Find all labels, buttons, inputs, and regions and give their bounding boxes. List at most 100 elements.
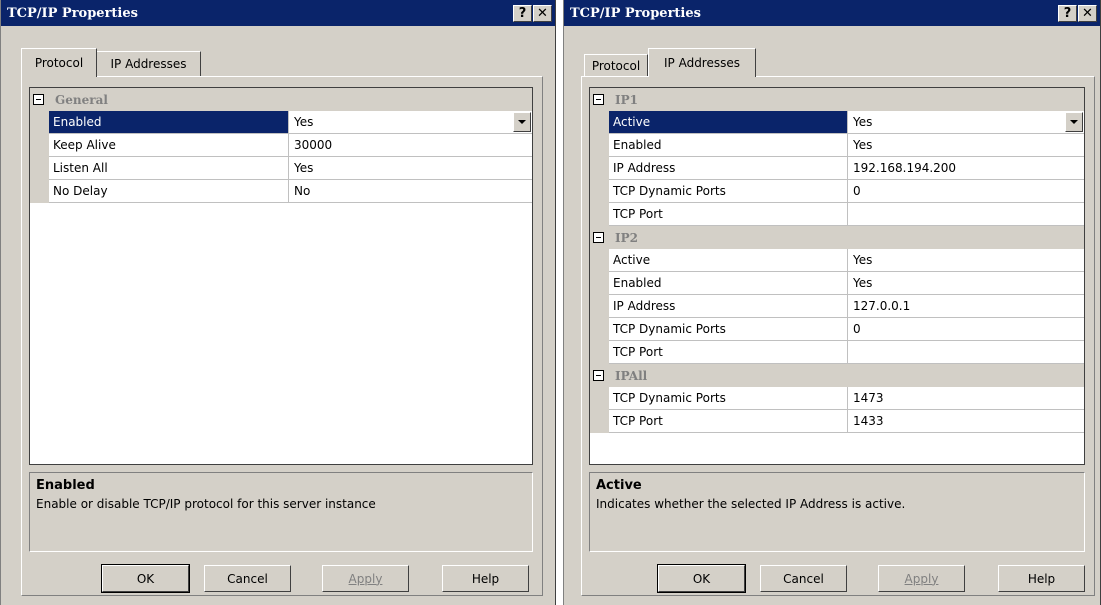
close-title-button[interactable]: ✕ [1078, 5, 1097, 22]
category-row-ipall[interactable]: IPAll [590, 364, 1084, 387]
button-label: Cancel [783, 571, 824, 586]
help-title-button[interactable]: ? [513, 5, 532, 22]
property-row-listen-all[interactable]: Listen All Yes [30, 157, 532, 180]
gutter [590, 364, 609, 387]
description-title: Enabled [36, 478, 95, 493]
gutter [30, 134, 49, 157]
property-value[interactable]: Yes [848, 249, 1084, 272]
property-name: Enabled [609, 134, 848, 157]
property-name: TCP Port [609, 410, 848, 433]
collapse-icon[interactable] [33, 94, 44, 105]
property-value[interactable]: 127.0.0.1 [848, 295, 1084, 318]
window-title: TCP/IP Properties [7, 6, 138, 21]
property-row-active[interactable]: Active Yes [590, 249, 1084, 272]
property-row-ip-address[interactable]: IP Address 127.0.0.1 [590, 295, 1084, 318]
tab-ip-addresses[interactable]: IP Addresses [648, 48, 756, 77]
apply-button[interactable]: Apply [878, 565, 965, 592]
property-name: Active [609, 111, 848, 134]
property-value[interactable]: Yes [848, 111, 1084, 134]
property-row-tcp-dynamic-ports[interactable]: TCP Dynamic Ports 0 [590, 318, 1084, 341]
tab-panel: General Enabled Yes Keep Alive 30000 Lis… [21, 76, 543, 596]
category-row-general[interactable]: General [30, 88, 532, 111]
property-row-keep-alive[interactable]: Keep Alive 30000 [30, 134, 532, 157]
property-name: IP Address [609, 295, 848, 318]
gutter [590, 180, 609, 203]
tab-panel: IP1 Active Yes Enabled Yes IP Address 19… [581, 76, 1095, 596]
property-row-tcp-port[interactable]: TCP Port 1433 [590, 410, 1084, 433]
property-name: TCP Port [609, 341, 848, 364]
property-row-enabled[interactable]: Enabled Yes [590, 134, 1084, 157]
property-value[interactable]: Yes [289, 111, 532, 134]
property-row-tcp-port[interactable]: TCP Port [590, 341, 1084, 364]
window-title: TCP/IP Properties [570, 6, 701, 21]
tab-label: Protocol [591, 59, 641, 73]
category-row-ip1[interactable]: IP1 [590, 88, 1084, 111]
property-row-enabled[interactable]: Enabled Yes [30, 111, 532, 134]
gutter [590, 88, 609, 111]
tcpip-properties-window-ip-addresses: TCP/IP Properties ? ✕ Protocol IP Addres… [563, 0, 1101, 605]
tab-label: IP Addresses [663, 56, 740, 70]
dropdown-arrow-icon[interactable] [1065, 112, 1083, 132]
property-row-no-delay[interactable]: No Delay No [30, 180, 532, 203]
tcpip-properties-window-protocol: TCP/IP Properties ? ✕ Protocol IP Addres… [0, 0, 556, 605]
close-title-button[interactable]: ✕ [533, 5, 552, 22]
property-value[interactable]: 0 [848, 180, 1084, 203]
property-row-tcp-port[interactable]: TCP Port [590, 203, 1084, 226]
gutter [590, 295, 609, 318]
property-row-tcp-dynamic-ports[interactable]: TCP Dynamic Ports 1473 [590, 387, 1084, 410]
property-name: No Delay [49, 180, 289, 203]
gutter [590, 134, 609, 157]
gutter [590, 410, 609, 433]
description-text: Enable or disable TCP/IP protocol for th… [36, 497, 376, 511]
help-button[interactable]: Help [998, 565, 1085, 592]
property-value[interactable]: 1473 [848, 387, 1084, 410]
property-value[interactable]: 0 [848, 318, 1084, 341]
gutter [590, 341, 609, 364]
property-value[interactable]: 1433 [848, 410, 1084, 433]
property-value-text: Yes [294, 115, 314, 129]
collapse-icon[interactable] [593, 94, 604, 105]
property-value-text: Yes [853, 115, 873, 129]
help-title-button[interactable]: ? [1058, 5, 1077, 22]
property-value[interactable]: 192.168.194.200 [848, 157, 1084, 180]
tab-protocol[interactable]: Protocol [584, 54, 648, 77]
gutter [590, 387, 609, 410]
property-name: TCP Dynamic Ports [609, 318, 848, 341]
property-value[interactable]: 30000 [289, 134, 532, 157]
gutter [30, 88, 49, 111]
button-label: Apply [904, 571, 939, 586]
property-row-tcp-dynamic-ports[interactable]: TCP Dynamic Ports 0 [590, 180, 1084, 203]
property-value[interactable]: Yes [289, 157, 532, 180]
property-row-ip-address[interactable]: IP Address 192.168.194.200 [590, 157, 1084, 180]
property-grid: General Enabled Yes Keep Alive 30000 Lis… [29, 87, 533, 465]
tab-protocol[interactable]: Protocol [21, 48, 97, 77]
property-value[interactable]: Yes [848, 134, 1084, 157]
property-value[interactable] [848, 203, 1084, 226]
tab-ip-addresses[interactable]: IP Addresses [97, 51, 201, 76]
property-name: Active [609, 249, 848, 272]
title-bar: TCP/IP Properties ? ✕ [564, 0, 1100, 26]
property-row-enabled[interactable]: Enabled Yes [590, 272, 1084, 295]
description-text: Indicates whether the selected IP Addres… [596, 497, 906, 511]
property-value[interactable] [848, 341, 1084, 364]
button-label: Cancel [227, 571, 268, 586]
gutter [30, 180, 49, 203]
ok-button[interactable]: OK [657, 564, 746, 593]
collapse-icon[interactable] [593, 232, 604, 243]
property-name: TCP Dynamic Ports [609, 180, 848, 203]
ok-button[interactable]: OK [101, 564, 190, 593]
cancel-button[interactable]: Cancel [760, 565, 847, 592]
help-button[interactable]: Help [442, 565, 529, 592]
property-value[interactable]: No [289, 180, 532, 203]
apply-button[interactable]: Apply [322, 565, 409, 592]
property-row-active[interactable]: Active Yes [590, 111, 1084, 134]
cancel-button[interactable]: Cancel [204, 565, 291, 592]
button-label: OK [136, 571, 155, 586]
property-value[interactable]: Yes [848, 272, 1084, 295]
category-label: General [55, 93, 108, 107]
dropdown-arrow-icon[interactable] [513, 112, 531, 132]
gutter [590, 203, 609, 226]
collapse-icon[interactable] [593, 370, 604, 381]
category-row-ip2[interactable]: IP2 [590, 226, 1084, 249]
button-label: Help [471, 571, 500, 586]
